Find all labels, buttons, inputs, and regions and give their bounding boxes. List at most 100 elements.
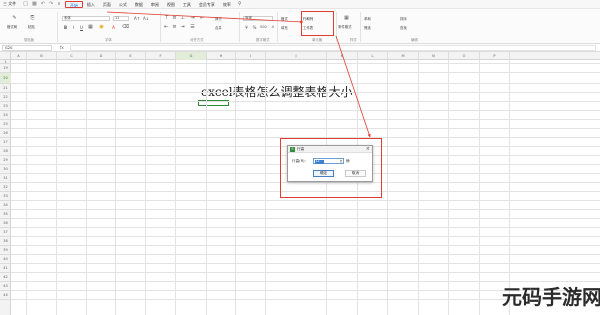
redo-icon[interactable]: ↷ [49, 1, 53, 7]
formula-input[interactable] [70, 45, 596, 51]
conditional-format-button[interactable]: 条件格式 [338, 24, 352, 29]
format-painter-button[interactable]: 格式刷 [7, 24, 17, 29]
row-header[interactable]: 31 [0, 174, 11, 183]
align-center-icon[interactable]: ≡ [172, 25, 177, 30]
merge-button[interactable]: 合并 [215, 25, 222, 30]
column-header[interactable]: P [480, 52, 510, 60]
align-bottom-icon[interactable]: ⊥ [180, 16, 185, 21]
row-header[interactable]: 32 [0, 183, 11, 192]
column-header[interactable]: N [419, 52, 449, 60]
distributed-icon[interactable]: ☰ [190, 25, 195, 30]
column-header[interactable]: E [116, 52, 146, 60]
row-header[interactable]: 34 [0, 201, 11, 210]
row-header[interactable]: 19 [0, 64, 11, 73]
column-header[interactable]: D [87, 52, 116, 60]
column-header[interactable]: K [327, 52, 358, 60]
sum-button[interactable]: 求和 [364, 16, 371, 21]
filter-button[interactable]: 筛选 [364, 25, 371, 30]
column-header[interactable]: A [11, 52, 27, 60]
tab-insert[interactable]: 插入 [83, 1, 99, 8]
tab-data[interactable]: 数据 [131, 1, 147, 8]
underline-icon[interactable]: U [79, 25, 84, 30]
name-box[interactable]: G20 [2, 45, 52, 51]
row-header[interactable]: 21 [0, 84, 11, 93]
close-icon[interactable]: × [366, 146, 370, 153]
row-header[interactable]: 25 [0, 120, 11, 129]
tab-view[interactable]: 视图 [163, 1, 179, 8]
column-header[interactable]: I [236, 52, 266, 60]
decimal-icon[interactable]: .0 [270, 25, 275, 30]
increase-font-icon[interactable]: A↑ [134, 16, 140, 21]
row-header[interactable]: 43 [0, 282, 11, 291]
row-header[interactable]: 27 [0, 138, 11, 147]
column-header[interactable]: F [146, 52, 176, 60]
fill-button[interactable]: 填充 [281, 25, 288, 30]
spinner-icon[interactable]: ▴ ▾ [339, 159, 343, 164]
row-header[interactable]: 40 [0, 255, 11, 264]
row-header[interactable]: 37 [0, 228, 11, 237]
column-header[interactable]: J [266, 52, 327, 60]
italic-icon[interactable]: I [71, 25, 76, 30]
eraser-icon[interactable]: ⌫ [122, 25, 129, 30]
column-header[interactable]: O [449, 52, 480, 60]
row-header[interactable]: 36 [0, 219, 11, 228]
tab-tools[interactable]: 工具 [179, 1, 195, 8]
dialog-titlebar[interactable]: S 行高 × [288, 146, 372, 153]
row-height-input[interactable]: 12 ▴ ▾ [313, 158, 344, 164]
column-header[interactable]: L [358, 52, 388, 60]
search-icon[interactable]: ⚲ [238, 1, 242, 7]
align-left-icon[interactable]: ⇤ [164, 25, 169, 30]
thousands-icon[interactable]: 000 [260, 25, 267, 30]
font-color-icon[interactable]: A [111, 25, 116, 30]
number-format-select[interactable]: 常规 [243, 16, 273, 21]
outdent-icon[interactable]: ⇤ [200, 16, 205, 21]
row-header[interactable]: 33 [0, 192, 11, 201]
file-menu[interactable]: 三 文件 [3, 1, 16, 7]
indent-icon[interactable]: ⇥ [190, 16, 195, 21]
fill-color-icon[interactable]: ◉ [99, 25, 104, 30]
wrap-text-button[interactable]: 换行 [215, 16, 222, 21]
ok-button[interactable]: 确定 [313, 170, 334, 177]
row-header[interactable]: 38 [0, 237, 11, 246]
row-header[interactable]: 20 [0, 73, 11, 84]
sort-button[interactable]: 排序 [400, 16, 407, 21]
align-middle-icon[interactable]: ≡ [172, 16, 177, 21]
tab-efficiency[interactable]: 效率 [219, 1, 235, 8]
unit-select[interactable]: 磅 [346, 158, 350, 164]
row-header[interactable]: 42 [0, 273, 11, 282]
font-size-select[interactable]: 11 [113, 16, 129, 21]
paste-icon[interactable]: ⎘ [30, 16, 35, 21]
row-header[interactable]: 23 [0, 102, 11, 111]
tab-page[interactable]: 页面 [99, 1, 115, 8]
align-top-icon[interactable]: ⊤ [164, 16, 169, 21]
decrease-font-icon[interactable]: A↓ [143, 16, 149, 21]
column-header[interactable]: H [207, 52, 236, 60]
percent-icon[interactable]: % [252, 25, 257, 30]
quick-access-more-icon[interactable]: ∨ [57, 1, 61, 7]
font-name-select[interactable]: 宋体 [62, 16, 110, 21]
borders-icon[interactable]: ▦ [88, 25, 93, 30]
row-header[interactable]: 41 [0, 264, 11, 273]
row-header[interactable]: 35 [0, 210, 11, 219]
currency-icon[interactable]: ¥ [244, 25, 249, 30]
tab-member[interactable]: 会员专享 [195, 1, 219, 8]
conditional-format-icon[interactable]: ▦ [344, 16, 349, 21]
save-icon[interactable]: □ [23, 1, 28, 7]
column-header[interactable]: G [176, 52, 207, 60]
column-header[interactable]: C [57, 52, 87, 60]
row-header[interactable]: 39 [0, 246, 11, 255]
row-header[interactable]: 29 [0, 156, 11, 165]
format-painter-icon[interactable]: ✎ [12, 16, 17, 21]
row-header[interactable]: 44 [0, 291, 11, 300]
undo-icon[interactable]: ↶ [41, 1, 45, 7]
styles-button[interactable]: 格式 [281, 16, 288, 21]
tab-home[interactable]: 开始 [64, 0, 83, 8]
print-icon[interactable]: ▩ [32, 1, 37, 7]
paste-button[interactable]: 粘贴 [28, 24, 35, 29]
bold-icon[interactable]: B [63, 25, 68, 30]
column-header[interactable]: B [27, 52, 57, 60]
row-header[interactable]: 26 [0, 129, 11, 138]
cancel-button[interactable]: 取消 [345, 170, 366, 177]
align-right-icon[interactable]: ⇥ [180, 25, 185, 30]
tab-review[interactable]: 审阅 [147, 1, 163, 8]
